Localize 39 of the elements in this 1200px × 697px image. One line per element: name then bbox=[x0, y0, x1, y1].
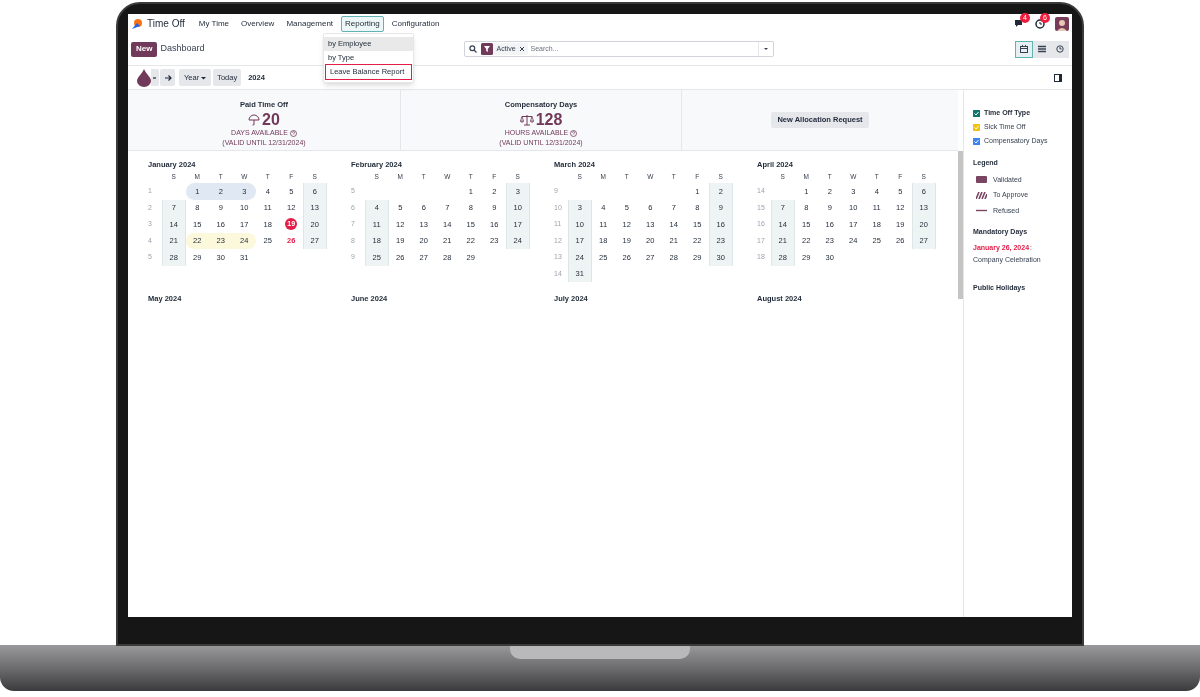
app-logo-icon bbox=[131, 17, 143, 30]
caret-icon bbox=[201, 75, 207, 80]
search-icon bbox=[469, 45, 478, 53]
arrow-right-icon bbox=[163, 73, 172, 82]
clock-icon bbox=[1056, 45, 1064, 53]
new-button[interactable]: New bbox=[131, 41, 158, 57]
checkbox[interactable] bbox=[973, 109, 980, 117]
striped-swatch-icon bbox=[976, 191, 987, 199]
previous-button[interactable] bbox=[151, 69, 159, 86]
menu-tab[interactable]: Overview bbox=[237, 15, 279, 32]
user-avatar[interactable] bbox=[1055, 16, 1069, 31]
menu-tab[interactable]: My Time bbox=[194, 15, 234, 32]
view-switch-button[interactable] bbox=[1051, 40, 1069, 58]
help-icon bbox=[289, 130, 297, 137]
help-icon bbox=[570, 130, 578, 137]
drop-icon bbox=[137, 68, 151, 87]
close-icon[interactable] bbox=[518, 46, 525, 52]
filter-icon bbox=[481, 43, 494, 55]
view-switch-button[interactable] bbox=[1015, 40, 1033, 58]
scale-icon bbox=[519, 113, 534, 126]
menu-tab[interactable]: Configuration bbox=[387, 15, 444, 32]
menu-tab[interactable]: Management bbox=[282, 15, 338, 32]
umbrella-icon bbox=[248, 113, 261, 126]
summary-amount: 20 bbox=[262, 111, 280, 129]
next-button[interactable] bbox=[160, 69, 175, 86]
list-icon bbox=[1038, 45, 1046, 53]
sidebar-toggle-icon[interactable] bbox=[1054, 73, 1062, 82]
view-switch-button[interactable] bbox=[1033, 40, 1051, 58]
validated-swatch-icon bbox=[976, 176, 987, 184]
menu-tab[interactable]: Reporting bbox=[341, 15, 384, 32]
checkbox[interactable] bbox=[973, 137, 980, 145]
app-name: Time Off bbox=[147, 17, 185, 31]
summary-amount: 128 bbox=[535, 111, 563, 129]
scrollbar[interactable] bbox=[958, 151, 963, 299]
chat-icon[interactable] bbox=[1015, 19, 1025, 28]
checkbox[interactable] bbox=[973, 123, 980, 131]
clock-icon[interactable] bbox=[1035, 18, 1045, 29]
breadcrumb: Dashboard bbox=[160, 42, 205, 56]
calendar-icon bbox=[1020, 45, 1028, 53]
